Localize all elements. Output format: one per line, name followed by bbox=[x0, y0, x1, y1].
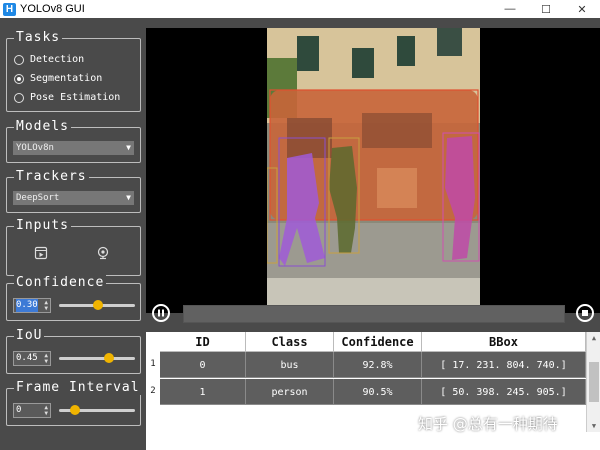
maximize-button[interactable]: ☐ bbox=[528, 0, 564, 18]
column-header-id[interactable]: ID bbox=[160, 332, 246, 352]
window-title: YOLOv8 GUI bbox=[20, 3, 85, 15]
sidebar: Tasks Detection Segmentation Pose Estima… bbox=[0, 18, 145, 450]
video-display bbox=[146, 28, 600, 313]
confidence-slider[interactable] bbox=[59, 300, 135, 310]
row-number[interactable]: 2 bbox=[146, 386, 160, 396]
tasks-title: Tasks bbox=[14, 30, 63, 45]
cell-confidence: 92.8% bbox=[334, 352, 422, 378]
trackers-title: Trackers bbox=[14, 169, 89, 184]
column-header-confidence[interactable]: Confidence bbox=[334, 332, 422, 352]
radio-label: Pose Estimation bbox=[30, 92, 121, 103]
inputs-title: Inputs bbox=[14, 218, 71, 233]
spin-arrows-icon[interactable]: ▲ ▼ bbox=[44, 352, 48, 365]
radio-pose-estimation[interactable]: Pose Estimation bbox=[14, 92, 120, 103]
model-select-value: YOLOv8n bbox=[16, 143, 54, 153]
iou-slider[interactable] bbox=[59, 353, 135, 363]
frame-interval-group: Frame Interval 0 ▲ ▼ bbox=[6, 380, 142, 426]
radio-detection[interactable]: Detection bbox=[14, 54, 84, 65]
table-row[interactable]: 1 person 90.5% [ 50. 398. 245. 905.] bbox=[160, 379, 586, 405]
minimize-button[interactable]: — bbox=[492, 0, 528, 18]
frame-interval-title: Frame Interval bbox=[14, 380, 142, 395]
table-header: ID Class Confidence BBox bbox=[160, 332, 586, 352]
frame-interval-value: 0 bbox=[16, 405, 22, 415]
confidence-slider-handle[interactable] bbox=[92, 300, 103, 310]
iou-slider-handle[interactable] bbox=[104, 353, 115, 363]
stop-button[interactable] bbox=[576, 304, 594, 322]
confidence-spinbox[interactable]: 0.30 ▲ ▼ bbox=[13, 298, 51, 313]
chevron-down-icon: ▼ bbox=[126, 143, 131, 152]
video-file-icon[interactable] bbox=[33, 245, 49, 261]
frame-interval-spinbox[interactable]: 0 ▲ ▼ bbox=[13, 403, 51, 418]
main-area: Tasks Detection Segmentation Pose Estima… bbox=[0, 18, 600, 450]
row-number[interactable]: 1 bbox=[146, 359, 160, 369]
cell-class: person bbox=[246, 379, 334, 405]
cell-confidence: 90.5% bbox=[334, 379, 422, 405]
iou-spinbox[interactable]: 0.45 ▲ ▼ bbox=[13, 351, 51, 366]
chevron-down-icon: ▼ bbox=[126, 193, 131, 202]
iou-title: IoU bbox=[14, 328, 45, 343]
confidence-group: Confidence 0.30 ▲ ▼ bbox=[6, 275, 141, 321]
stop-icon bbox=[582, 310, 588, 316]
cell-class: bus bbox=[246, 352, 334, 378]
confidence-title: Confidence bbox=[14, 275, 107, 290]
radio-icon bbox=[14, 73, 24, 84]
radio-label: Segmentation bbox=[30, 73, 103, 84]
cell-bbox: [ 50. 398. 245. 905.] bbox=[422, 379, 586, 405]
iou-group: IoU 0.45 ▲ ▼ bbox=[6, 328, 141, 374]
frame-interval-slider-handle[interactable] bbox=[70, 405, 80, 415]
app-icon: H bbox=[3, 2, 16, 16]
pause-button[interactable] bbox=[152, 304, 170, 322]
watermark: 知乎 @总有一种期待 bbox=[418, 415, 558, 433]
scroll-up-icon[interactable]: ▲ bbox=[587, 332, 600, 344]
radio-label: Detection bbox=[30, 54, 85, 65]
iou-value: 0.45 bbox=[16, 353, 38, 363]
pause-icon bbox=[158, 309, 164, 317]
radio-segmentation[interactable]: Segmentation bbox=[14, 73, 102, 84]
cell-id: 0 bbox=[160, 352, 246, 378]
radio-icon bbox=[14, 92, 24, 103]
model-select[interactable]: YOLOv8n ▼ bbox=[13, 141, 134, 155]
cell-id: 1 bbox=[160, 379, 246, 405]
scroll-thumb[interactable] bbox=[589, 362, 599, 402]
column-header-bbox[interactable]: BBox bbox=[422, 332, 586, 352]
frame-interval-slider[interactable] bbox=[59, 405, 135, 415]
table-scrollbar[interactable]: ▲ ▼ bbox=[586, 332, 600, 432]
webcam-icon[interactable] bbox=[95, 245, 111, 261]
models-title: Models bbox=[14, 119, 71, 134]
spin-arrows-icon[interactable]: ▲ ▼ bbox=[44, 299, 48, 312]
spin-arrows-icon[interactable]: ▲ ▼ bbox=[44, 404, 48, 417]
inputs-group: Inputs bbox=[6, 218, 141, 276]
column-header-class[interactable]: Class bbox=[246, 332, 334, 352]
tracker-select[interactable]: DeepSort ▼ bbox=[13, 191, 134, 205]
video-frame bbox=[267, 28, 480, 313]
confidence-value: 0.30 bbox=[16, 299, 38, 312]
close-button[interactable]: ✕ bbox=[564, 0, 600, 18]
radio-icon bbox=[14, 54, 24, 65]
tracker-select-value: DeepSort bbox=[16, 193, 60, 203]
tasks-group: Tasks Detection Segmentation Pose Estima… bbox=[6, 30, 141, 112]
cell-bbox: [ 17. 231. 804. 740.] bbox=[422, 352, 586, 378]
table-row[interactable]: 0 bus 92.8% [ 17. 231. 804. 740.] bbox=[160, 352, 586, 378]
models-group: Models YOLOv8n ▼ bbox=[6, 119, 141, 163]
scroll-down-icon[interactable]: ▼ bbox=[587, 420, 600, 432]
trackers-group: Trackers DeepSort ▼ bbox=[6, 169, 141, 213]
title-bar: H YOLOv8 GUI — ☐ ✕ bbox=[0, 0, 600, 18]
progress-bar[interactable] bbox=[183, 305, 565, 323]
